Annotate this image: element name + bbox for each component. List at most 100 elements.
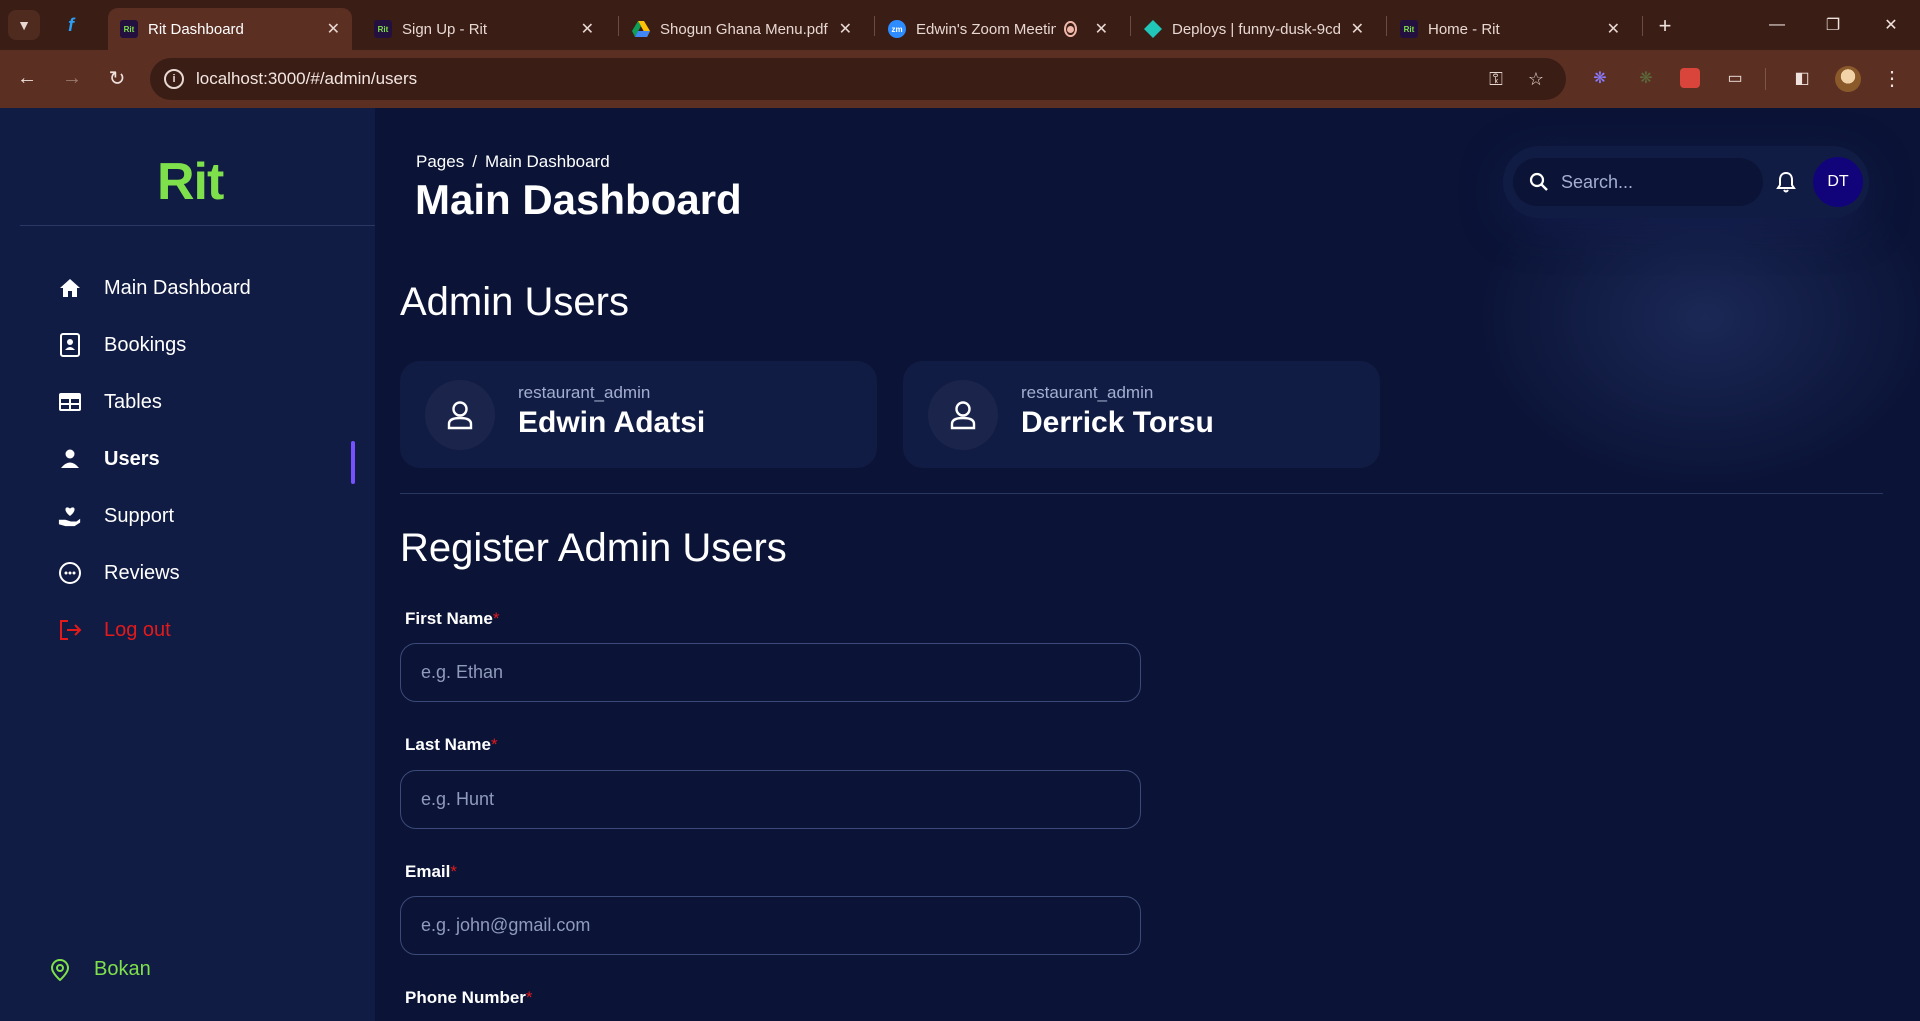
url-text[interactable]: localhost:3000/#/admin/users [196,69,417,89]
sidebar-item-label: Support [104,504,175,527]
tab-title: Rit Dashboard [148,20,244,38]
required-marker: * [525,988,533,1007]
breadcrumb-pages[interactable]: Pages [416,152,464,171]
sidebar-item-users[interactable]: Users [58,443,160,475]
profile-avatar[interactable] [1835,66,1861,92]
tab-home-rit[interactable]: Rit Home - Rit ✕ [1388,8,1632,50]
zoom-icon: zm [888,20,906,38]
sidebar-item-label: Main Dashboard [104,276,251,299]
close-tab-icon[interactable]: ✕ [581,19,594,39]
user-avatar[interactable]: DT [1813,157,1863,207]
tab-search-button[interactable]: ▼ [8,10,40,40]
netlify-icon [1144,20,1162,38]
user-profile-icon [928,380,998,450]
recording-icon [1064,21,1077,37]
breadcrumb-current[interactable]: Main Dashboard [485,152,610,171]
email-label: Email* [405,862,457,882]
tab-zoom-meeting[interactable]: zm Edwin's Zoom Meeting ✕ [876,8,1120,50]
phone-number-label: Phone Number* [405,988,533,1008]
label-text: First Name [405,609,493,628]
section-divider [400,493,1883,494]
first-name-label: First Name* [405,609,500,629]
reload-icon[interactable]: ↻ [102,63,132,93]
tab-netlify-deploys[interactable]: Deploys | funny-dusk-9cd ✕ [1132,8,1376,50]
extensions-puzzle-icon[interactable]: ▭ [1723,66,1747,90]
label-text: Phone Number [405,988,526,1007]
sidebar: Rit Main Dashboard Bookings Tables Users… [0,108,375,1021]
tab-rit-dashboard[interactable]: Rit Rit Dashboard ✕ [108,8,352,50]
extension-red-icon[interactable] [1678,66,1702,90]
toolbar-separator [1765,68,1766,90]
first-name-input[interactable] [400,643,1141,702]
admin-user-card[interactable]: restaurant_admin Edwin Adatsi [400,361,877,468]
rit-favicon-icon: Rit [374,20,392,38]
email-input[interactable] [400,896,1141,955]
sidebar-item-reviews[interactable]: Reviews [58,557,180,589]
site-info-icon[interactable]: i [164,69,184,89]
side-panel-icon[interactable]: ◧ [1790,66,1814,90]
table-icon [58,390,82,414]
label-text: Last Name [405,735,491,754]
user-role: restaurant_admin [1021,383,1154,402]
menu-kebab-icon[interactable]: ⋮ [1880,66,1904,90]
sidebar-item-bookings[interactable]: Bookings [58,329,186,361]
close-tab-icon[interactable]: ✕ [1607,19,1620,39]
chat-bubble-icon [58,561,82,585]
search-input[interactable] [1561,158,1751,206]
home-icon [58,276,82,300]
extension-dark-icon[interactable]: ❋ [1634,66,1658,90]
last-name-input[interactable] [400,770,1141,829]
rit-favicon-icon: Rit [120,20,138,38]
notification-bell-icon[interactable] [1775,170,1797,194]
bookmark-star-icon[interactable]: ☆ [1524,68,1548,90]
admin-users-heading: Admin Users [400,280,629,324]
tab-separator [1386,16,1387,36]
brand-logo[interactable]: Rit [157,152,224,212]
sidebar-item-label: Reviews [104,561,180,584]
tab-separator [874,16,875,36]
search-icon [1529,172,1548,191]
rit-favicon-icon: Rit [1400,20,1418,38]
address-bar[interactable]: i localhost:3000/#/admin/users ⚿ ☆ [150,58,1566,100]
admin-user-card[interactable]: restaurant_admin Derrick Torsu [903,361,1380,468]
logout-icon [58,618,82,642]
close-tab-icon[interactable]: ✕ [1351,19,1364,39]
user-name: Edwin Adatsi [518,406,706,439]
logout-button[interactable]: Log out [58,614,171,646]
extension-asterisk-icon[interactable]: ❋ [1588,66,1612,90]
password-key-icon[interactable]: ⚿ [1484,68,1508,90]
tab-separator [1642,16,1643,36]
required-marker: * [492,609,500,628]
required-marker: * [490,735,498,754]
restore-icon[interactable]: ❐ [1818,12,1848,38]
forward-icon[interactable]: → [57,63,87,93]
location-pin-icon [50,958,72,981]
label-text: Email [405,862,451,881]
heart-hand-icon [58,504,82,528]
tab-title: Sign Up - Rit [402,20,488,38]
close-tab-icon[interactable]: ✕ [327,19,340,39]
search-box[interactable] [1513,158,1763,206]
location-indicator: Bokan [50,958,151,981]
close-window-icon[interactable]: ✕ [1876,12,1906,38]
tab-title: Home - Rit [1428,20,1500,38]
minimize-icon[interactable]: — [1762,12,1792,38]
sidebar-item-tables[interactable]: Tables [58,386,162,418]
contact-book-icon [58,333,82,357]
tab-shogun-menu[interactable]: Shogun Ghana Menu.pdf ✕ [620,8,864,50]
close-tab-icon[interactable]: ✕ [1095,19,1108,39]
person-icon [58,447,82,471]
close-tab-icon[interactable]: ✕ [839,19,852,39]
back-icon[interactable]: ← [12,63,42,93]
new-tab-icon[interactable]: + [1651,12,1679,40]
sidebar-item-main-dashboard[interactable]: Main Dashboard [58,272,251,304]
sidebar-item-label: Tables [104,390,162,413]
pinned-tab[interactable]: f [60,12,82,38]
tab-sign-up[interactable]: Rit Sign Up - Rit ✕ [362,8,606,50]
main-content: Pages / Main Dashboard Main Dashboard DT A… [375,108,1920,1021]
sidebar-item-support[interactable]: Support [58,500,174,532]
sidebar-item-label: Bookings [104,333,187,356]
tab-title: Edwin's Zoom Meeting [916,20,1056,38]
user-profile-icon [425,380,495,450]
tab-separator [618,16,619,36]
